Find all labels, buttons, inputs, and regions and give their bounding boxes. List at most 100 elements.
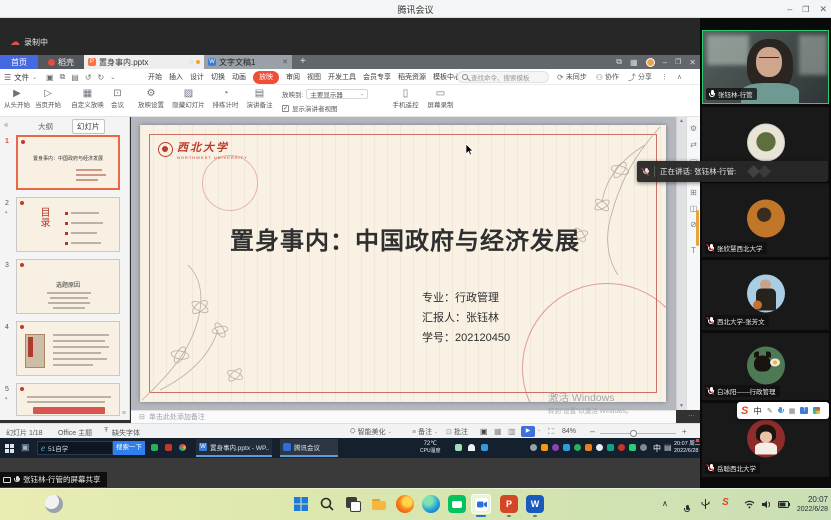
apps-grid-icon[interactable]: ▦ xyxy=(630,58,638,67)
tray-chevron-icon[interactable]: ∧ xyxy=(662,499,668,508)
beautify-button[interactable]: ⛭智能美化⌄ xyxy=(350,427,392,437)
tray-icon-f[interactable] xyxy=(585,444,592,451)
wps-restore-button[interactable]: ❐ xyxy=(675,58,681,66)
ribbon-show-settings[interactable]: ⚙放映设置 xyxy=(133,88,169,109)
undo-icon[interactable]: ↺ xyxy=(85,73,92,82)
sogou-ime-mode[interactable]: 中 xyxy=(753,405,762,417)
more-options-icon[interactable]: ⋮ xyxy=(661,73,668,81)
powerpoint-icon[interactable]: P xyxy=(500,495,518,513)
file-explorer-icon[interactable] xyxy=(370,495,388,513)
menu-view[interactable]: 视图 xyxy=(307,72,321,82)
insert-panel-icon[interactable]: ⊞ xyxy=(690,188,697,197)
sogou-toolbar[interactable]: S 中 ✎ ▦ T xyxy=(737,402,829,419)
status-comments-button[interactable]: ⊡批注 xyxy=(446,427,468,437)
menu-review[interactable]: 审阅 xyxy=(286,72,300,82)
fit-icon[interactable]: ⛶ xyxy=(548,427,554,437)
view-normal-icon[interactable]: ▣ xyxy=(480,427,488,436)
firefox-icon[interactable] xyxy=(396,495,414,513)
tray-icon-mic[interactable] xyxy=(468,444,475,451)
tab-docer[interactable]: 稻壳 xyxy=(38,55,84,69)
switch-icon[interactable]: ⇄ xyxy=(690,140,697,149)
participant-tile-4[interactable]: 西北大学-张芳文 xyxy=(702,260,829,330)
outline-tab[interactable]: 大纲 xyxy=(38,121,53,132)
menu-slideshow[interactable]: 放映 xyxy=(253,71,279,84)
menu-design[interactable]: 设计 xyxy=(190,72,204,82)
ribbon-play-from-start[interactable]: ▶从头开始 xyxy=(2,88,32,109)
taskbar-wps-app[interactable]: W 置身事内.pptx - WP... xyxy=(196,439,272,457)
ie-search-box[interactable]: e 51自学 xyxy=(37,441,113,455)
participant-tile-3[interactable]: 张欣慧西北大学 xyxy=(702,183,829,257)
notes-more-icon[interactable]: ⋯ xyxy=(688,412,695,420)
menu-member[interactable]: 会员专享 xyxy=(363,72,391,82)
ribbon-screen-record[interactable]: ▭屏幕录制 xyxy=(424,88,457,109)
pinned-app-3[interactable] xyxy=(179,444,186,451)
tray-usb-icon[interactable] xyxy=(701,499,710,509)
tray-icon-k[interactable] xyxy=(640,444,647,451)
menu-insert[interactable]: 插入 xyxy=(169,72,183,82)
panel-list-icon[interactable]: ≡ xyxy=(122,410,126,417)
menu-start[interactable]: 开始 xyxy=(148,72,162,82)
view-reading-icon[interactable]: ▥ xyxy=(508,427,516,436)
tray-icon-i[interactable] xyxy=(618,444,625,451)
taskbar-meeting-app[interactable]: 腾讯会议 xyxy=(280,439,338,457)
tray-icon-a[interactable] xyxy=(530,444,537,451)
sync-status[interactable]: ⟳未同步 xyxy=(557,72,587,82)
tray-wifi-icon[interactable] xyxy=(744,500,755,509)
missing-font-label[interactable]: 缺失字体 xyxy=(112,428,140,438)
slide-thumbnail-4[interactable] xyxy=(16,321,120,376)
account-avatar[interactable] xyxy=(646,58,655,67)
shared-clock[interactable]: 20:07 周二 2022/6/28 xyxy=(674,441,698,454)
tray-icon-net[interactable] xyxy=(455,444,462,451)
status-notes-button[interactable]: ≡备注⌄ xyxy=(412,427,438,437)
tray-icon-g[interactable] xyxy=(596,444,603,451)
tray-icon-j[interactable] xyxy=(629,444,636,451)
tab-presentation[interactable]: P 置身事内.pptx ◌ xyxy=(84,55,204,69)
ribbon-rehearse[interactable]: ◔排练计时 xyxy=(208,88,243,109)
tray-icon-d[interactable] xyxy=(563,444,570,451)
menu-animation[interactable]: 动画 xyxy=(232,72,246,82)
word-icon[interactable]: W xyxy=(526,495,544,513)
tray-speaker-icon[interactable] xyxy=(762,500,772,509)
text-tool-icon[interactable]: T xyxy=(691,246,696,255)
win11-clock[interactable]: 20:07 2022/6/28 xyxy=(792,495,828,514)
slides-tab[interactable]: 幻灯片 xyxy=(72,119,105,134)
props-icon[interactable]: ⚙ xyxy=(690,124,697,133)
tray-icon-h[interactable] xyxy=(607,444,614,451)
edge-icon[interactable] xyxy=(422,495,440,513)
tab-home[interactable]: 首页 xyxy=(0,55,38,69)
strip-scroll-indicator[interactable] xyxy=(696,210,699,246)
slide-thumbnail-3[interactable]: 选题原因 xyxy=(16,259,120,314)
customize-toolbar-icon[interactable]: ⌄ xyxy=(110,74,115,81)
slide-thumbnail-5[interactable] xyxy=(16,383,120,416)
zoom-slider-knob[interactable] xyxy=(630,430,637,437)
collapse-panel-icon[interactable]: « xyxy=(4,120,8,129)
start-button-win10[interactable] xyxy=(5,444,14,453)
close-button[interactable]: ✕ xyxy=(819,4,827,15)
ribbon-play-current[interactable]: ▷当页开始 xyxy=(33,88,63,109)
zoom-out-button[interactable]: – xyxy=(590,426,595,436)
collaborate-button[interactable]: ⚇协作 xyxy=(596,72,619,82)
ribbon-custom-show[interactable]: ▦自定义放映 xyxy=(69,88,106,109)
tray-icon-b[interactable] xyxy=(541,444,548,451)
participant-tile-5[interactable]: 白冰阳——行政管理 xyxy=(702,333,829,400)
sogou-skin-icon[interactable]: T xyxy=(800,407,808,414)
print-icon[interactable]: ▤ xyxy=(71,73,79,82)
sogou-grid-icon[interactable] xyxy=(813,407,820,414)
tray-sogou-icon[interactable]: S xyxy=(722,497,729,508)
zoom-level[interactable]: 84% xyxy=(562,428,576,435)
sogou-keyboard-icon[interactable]: ▦ xyxy=(789,407,796,415)
output-icon[interactable]: ⧉ xyxy=(60,72,66,82)
widgets-icon[interactable] xyxy=(45,495,63,513)
ribbon-hide-slide[interactable]: ▨隐藏幻灯片 xyxy=(170,88,207,109)
layout-switch-icon[interactable]: ⧉ xyxy=(616,57,622,67)
participant-tile-1[interactable]: 张钰林-行管 xyxy=(702,30,829,104)
tab-close-icon[interactable]: ✕ xyxy=(282,58,288,66)
tab-document[interactable]: W 文字文稿1 ✕ xyxy=(204,55,292,69)
minimize-button[interactable]: – xyxy=(787,4,792,14)
share-button[interactable]: ⤴分享 xyxy=(628,72,652,83)
collapse-ribbon-icon[interactable]: ∧ xyxy=(677,73,682,81)
slide[interactable]: 西北大学 NORTHWEST UNIVERSITY 置身事内：中国政府与经济发展… xyxy=(140,125,666,402)
start-button-win11[interactable] xyxy=(292,495,310,513)
redo-icon[interactable]: ↻ xyxy=(98,73,105,82)
ribbon-phone-remote[interactable]: ▯手机遥控 xyxy=(390,88,421,109)
